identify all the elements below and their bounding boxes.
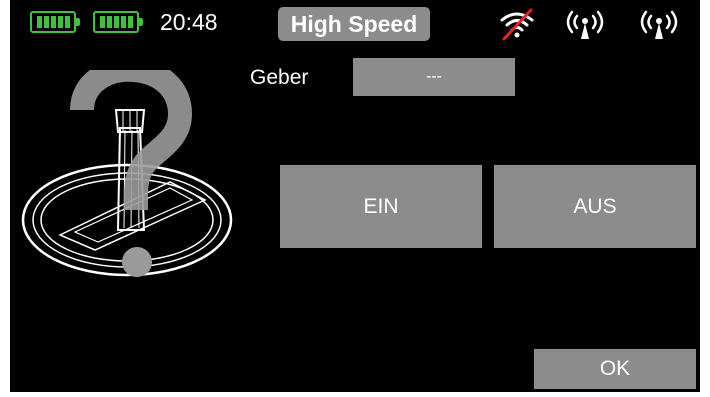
unknown-control-stick-icon (21, 70, 233, 277)
battery-icon (30, 11, 80, 33)
control-label: Geber (250, 66, 309, 89)
on-button[interactable]: EIN (280, 165, 482, 248)
telemetry-off-icon (500, 8, 534, 41)
flight-mode-badge[interactable]: High Speed (278, 7, 430, 41)
antenna-signal-icon (566, 10, 604, 39)
battery-icon (93, 11, 143, 33)
control-select-field[interactable]: --- (353, 58, 515, 96)
antenna-signal-icon (640, 10, 678, 39)
transmitter-screen: 20:48 High Speed Geber --- EIN AUS OK (10, 0, 700, 392)
ok-button[interactable]: OK (534, 349, 696, 389)
clock-time: 20:48 (160, 9, 218, 35)
off-button[interactable]: AUS (494, 165, 696, 248)
